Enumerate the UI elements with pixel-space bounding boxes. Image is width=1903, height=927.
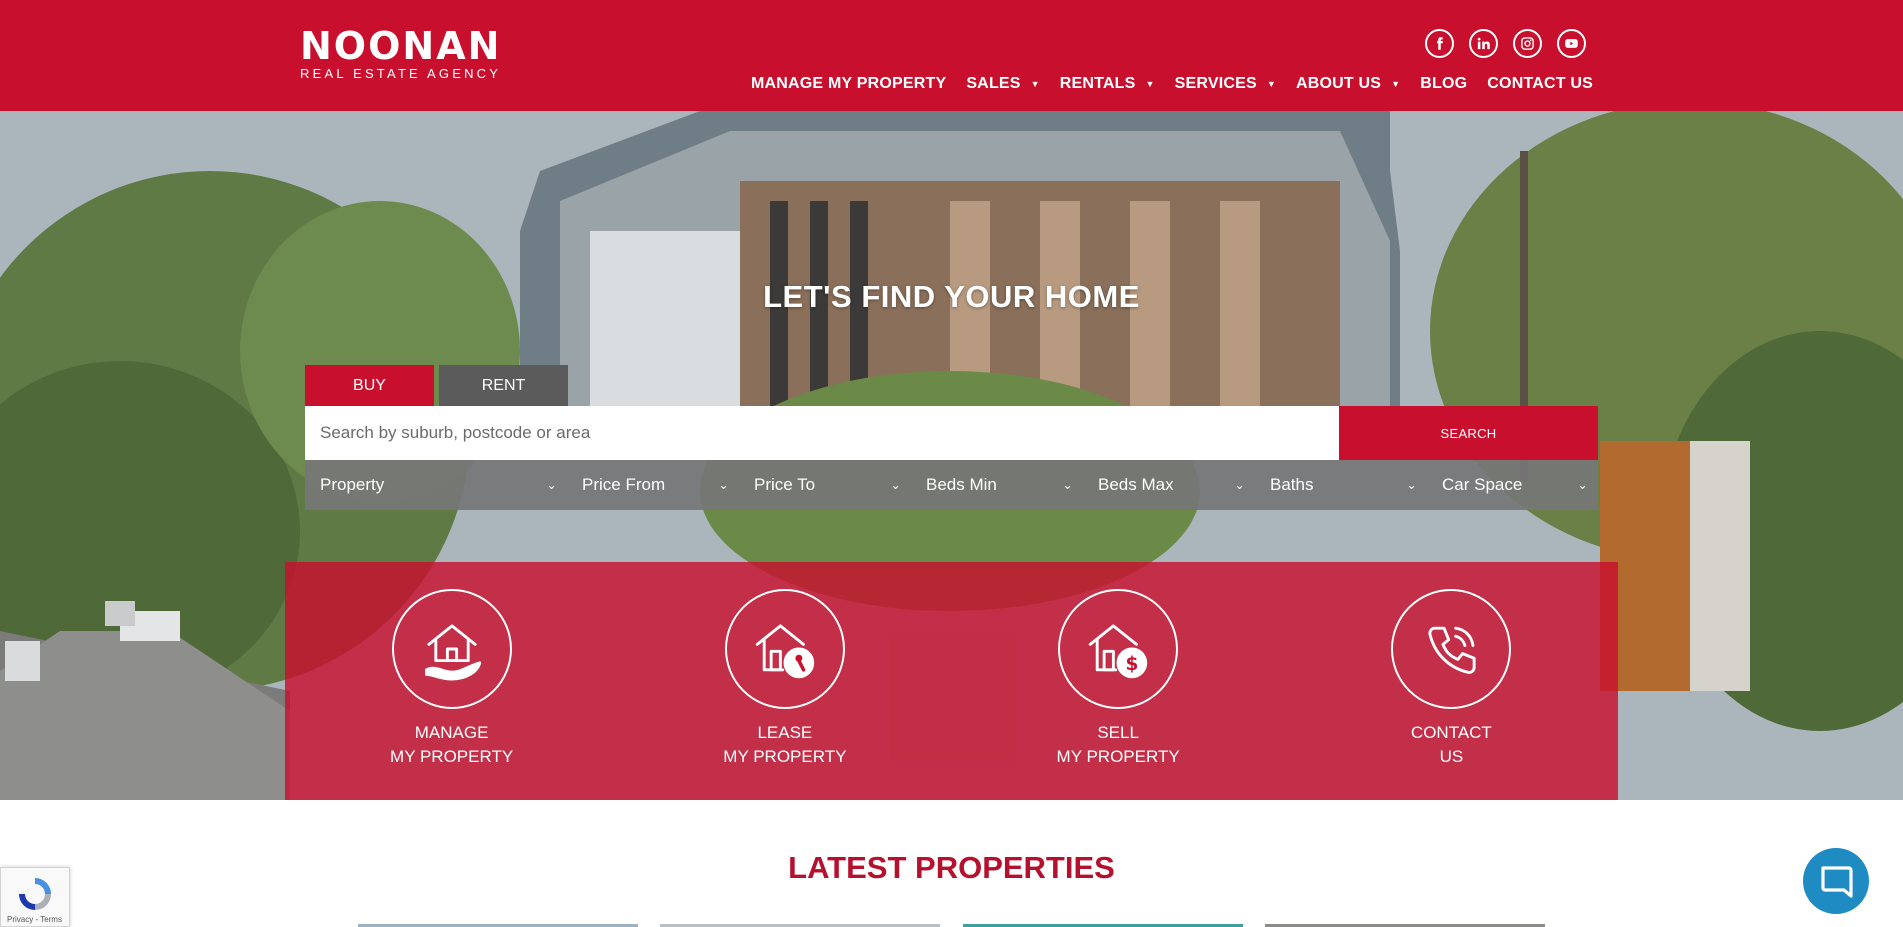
filter-baths[interactable]: Baths ⌄ — [1255, 460, 1427, 510]
service-label-line2: MY PROPERTY — [723, 747, 847, 766]
filter-label: Beds Max — [1098, 475, 1174, 494]
chevron-down-icon: ⌄ — [890, 477, 901, 492]
filter-beds-min[interactable]: Beds Min ⌄ — [911, 460, 1083, 510]
service-label-line2: MY PROPERTY — [1056, 747, 1180, 766]
social-links — [1425, 29, 1586, 58]
caret-down-icon: ▼ — [1266, 79, 1276, 89]
filter-price-from[interactable]: Price From ⌄ — [567, 460, 739, 510]
chevron-down-icon: ⌄ — [1234, 477, 1245, 492]
service-contact-us[interactable]: CONTACT US — [1285, 562, 1618, 800]
chat-widget-button[interactable] — [1803, 848, 1869, 914]
caret-down-icon: ▼ — [1030, 79, 1040, 89]
facebook-icon[interactable] — [1425, 29, 1454, 58]
noonan-logo[interactable]: NOONAN REAL ESTATE AGENCY — [300, 26, 501, 82]
services-panel: MANAGE MY PROPERTY LEASE MY PROPERTY $ SEL… — [285, 562, 1618, 800]
service-label-line1: CONTACT — [1410, 723, 1492, 742]
service-label-line1: MANAGE — [414, 723, 489, 742]
nav-label: CONTACT US — [1487, 75, 1593, 92]
service-label-line1: LEASE — [757, 723, 813, 742]
filter-price-to[interactable]: Price To ⌄ — [739, 460, 911, 510]
search-tabs: BUY RENT — [305, 365, 568, 406]
filter-beds-max[interactable]: Beds Max ⌄ — [1083, 460, 1255, 510]
nav-blog[interactable]: BLOG — [1420, 75, 1467, 93]
caret-down-icon: ▼ — [1391, 79, 1401, 89]
instagram-icon[interactable] — [1513, 29, 1542, 58]
service-label-line2: US — [1439, 747, 1464, 766]
svg-text:$: $ — [1126, 654, 1139, 675]
filter-label: Car Space — [1442, 475, 1523, 494]
chevron-down-icon: ⌄ — [546, 477, 557, 492]
recaptcha-privacy-terms[interactable]: Privacy - Terms — [7, 915, 62, 924]
linkedin-icon[interactable] — [1469, 29, 1498, 58]
nav-manage-my-property[interactable]: MANAGE MY PROPERTY — [751, 75, 946, 93]
service-manage-my-property[interactable]: MANAGE MY PROPERTY — [285, 562, 618, 800]
nav-contact-us[interactable]: CONTACT US — [1487, 75, 1593, 93]
nav-label: SERVICES — [1174, 75, 1257, 92]
phone-icon — [1391, 589, 1512, 709]
nav-label: RENTALS — [1059, 75, 1136, 92]
tab-rent[interactable]: RENT — [439, 365, 568, 406]
search-input[interactable] — [305, 406, 1339, 460]
chevron-down-icon: ⌄ — [1062, 477, 1073, 492]
tab-buy[interactable]: BUY — [305, 365, 434, 406]
youtube-icon[interactable] — [1557, 29, 1586, 58]
nav-label: MANAGE MY PROPERTY — [750, 75, 947, 92]
recaptcha-badge[interactable]: Privacy - Terms — [0, 867, 70, 927]
service-label-line2: MY PROPERTY — [390, 747, 514, 766]
service-label: SELL MY PROPERTY — [1057, 721, 1180, 769]
nav-about-us[interactable]: ABOUT US ▼ — [1296, 75, 1400, 93]
nav-sales[interactable]: SALES ▼ — [966, 75, 1039, 93]
main-nav: MANAGE MY PROPERTY SALES ▼ RENTALS ▼ SERVI… — [731, 75, 1593, 93]
nav-label: SALES — [966, 75, 1021, 92]
hero-title: LET'S FIND YOUR HOME — [763, 279, 1140, 314]
filter-label: Baths — [1270, 475, 1314, 494]
site-header: NOONAN REAL ESTATE AGENCY MANAGE MY PROP… — [0, 0, 1903, 111]
service-label: MANAGE MY PROPERTY — [390, 721, 513, 769]
service-label: CONTACT US — [1411, 721, 1492, 769]
recaptcha-icon — [19, 878, 51, 910]
service-lease-my-property[interactable]: LEASE MY PROPERTY — [618, 562, 951, 800]
house-key-icon — [724, 589, 845, 709]
filter-label: Price From — [582, 475, 666, 494]
filter-property[interactable]: Property ⌄ — [305, 460, 567, 510]
service-label-line1: SELL — [1097, 723, 1139, 742]
nav-rentals[interactable]: RENTALS ▼ — [1060, 75, 1155, 93]
filter-label: Price To — [754, 475, 816, 494]
hero-banner: LET'S FIND YOUR HOME BUY RENT SEARCH Pro… — [0, 111, 1903, 800]
caret-down-icon: ▼ — [1145, 79, 1155, 89]
search-button[interactable]: SEARCH — [1339, 406, 1598, 460]
service-sell-my-property[interactable]: $ SELL MY PROPERTY — [952, 562, 1285, 800]
search-filters: Property ⌄ Price From ⌄ Price To ⌄ Beds Min… — [305, 460, 1598, 510]
service-label: LEASE MY PROPERTY — [723, 721, 846, 769]
chevron-down-icon: ⌄ — [1406, 477, 1417, 492]
filter-label: Beds Min — [926, 475, 997, 494]
latest-properties-heading: LATEST PROPERTIES — [788, 850, 1115, 885]
filter-car-space[interactable]: Car Space ⌄ — [1427, 460, 1598, 510]
nav-label: BLOG — [1420, 75, 1468, 92]
filter-label: Property — [320, 475, 385, 494]
house-hand-icon — [391, 589, 512, 709]
nav-services[interactable]: SERVICES ▼ — [1175, 75, 1276, 93]
logo-wordmark: NOONAN — [300, 24, 502, 68]
nav-label: ABOUT US — [1296, 75, 1382, 92]
search-bar: SEARCH — [305, 406, 1598, 460]
chevron-down-icon: ⌄ — [718, 477, 729, 492]
logo-tagline: REAL ESTATE AGENCY — [300, 66, 502, 81]
chevron-down-icon: ⌄ — [1577, 477, 1588, 492]
chat-bubble-icon — [1821, 866, 1853, 898]
house-dollar-icon: $ — [1058, 589, 1179, 709]
